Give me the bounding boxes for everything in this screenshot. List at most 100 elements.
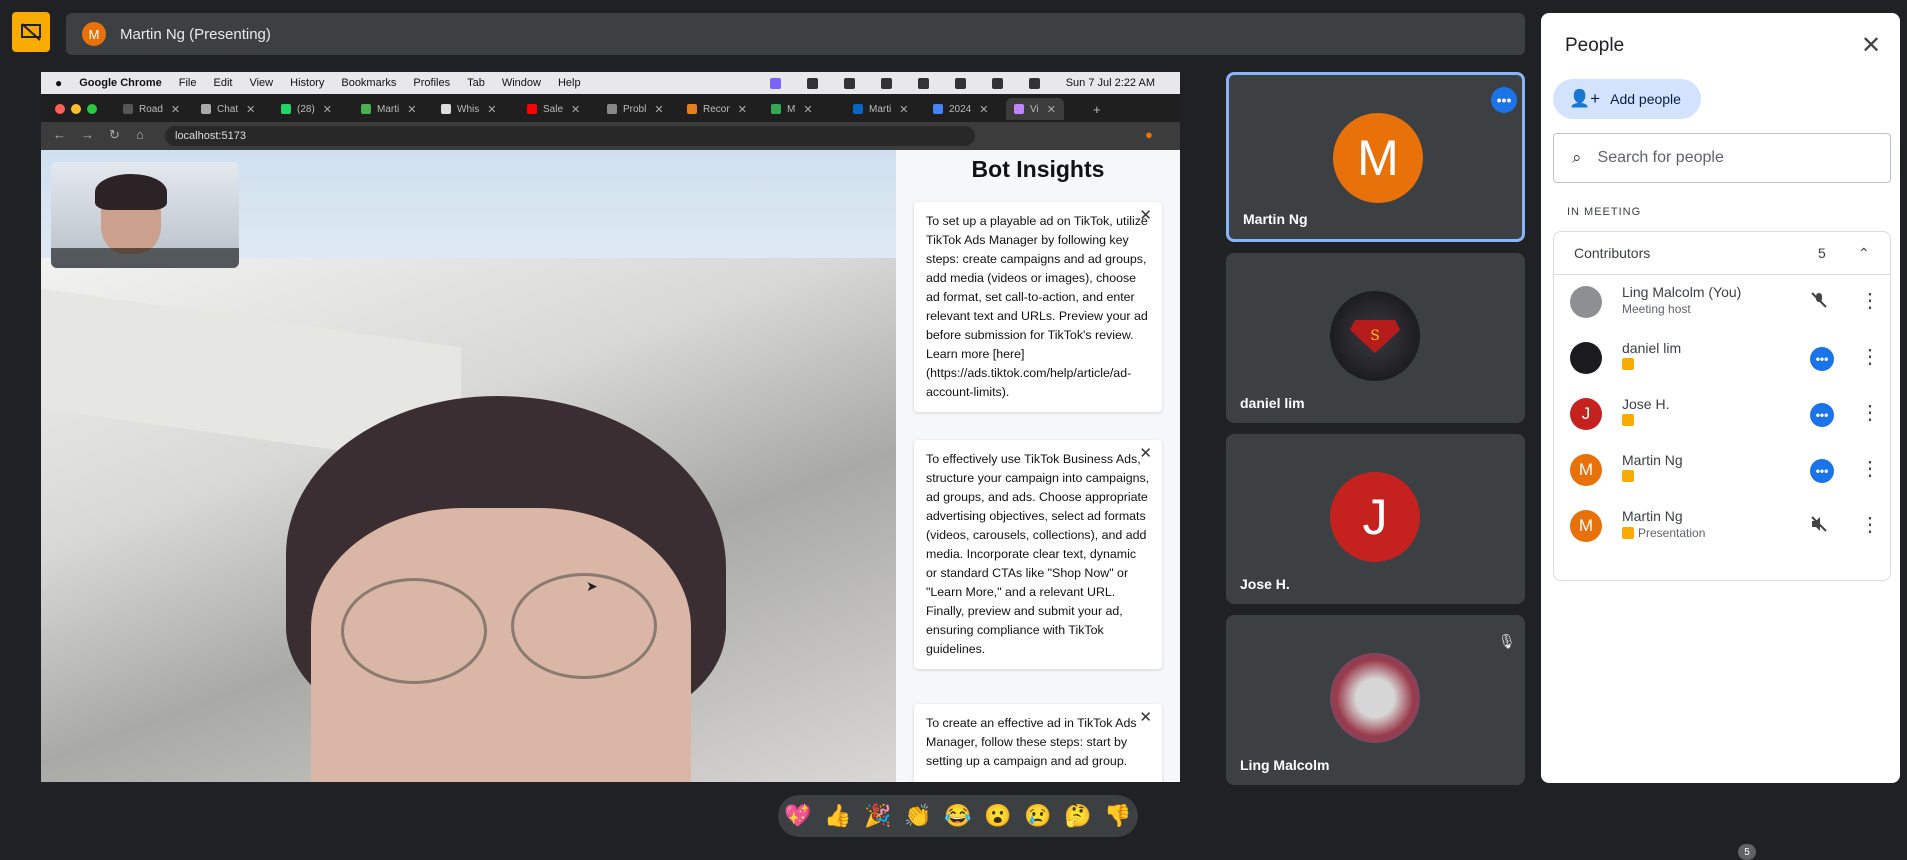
thumbs-up-reaction[interactable]: 👍 xyxy=(824,803,851,829)
sad-reaction[interactable]: 😢 xyxy=(1024,803,1051,829)
search-people-input[interactable]: ⌕ Search for people xyxy=(1553,133,1891,183)
profile-icon: ● xyxy=(1145,127,1153,142)
participant-name: Ling Malcolm xyxy=(1240,757,1330,773)
menu-file: File xyxy=(178,77,197,89)
presenting-title: Martin Ng (Presenting) xyxy=(120,25,271,43)
apple-icon: ● xyxy=(55,76,63,90)
reload-icon: ↻ xyxy=(109,127,120,142)
close-icon: ✕ xyxy=(1139,709,1152,726)
forward-icon: → xyxy=(81,127,94,142)
party-popper-reaction[interactable]: 🎉 xyxy=(864,803,891,829)
search-icon: ⌕ xyxy=(1572,148,1582,167)
participant-name: Martin Ng xyxy=(1622,508,1683,524)
more-vert-icon[interactable]: ⋮ xyxy=(1860,344,1880,369)
participant-avatar xyxy=(1570,286,1602,318)
insights-title: Bot Insights xyxy=(971,156,1105,182)
sparkling-heart-reaction[interactable]: 💖 xyxy=(784,803,811,829)
laugh-reaction[interactable]: 😂 xyxy=(944,803,971,829)
menu-tab: Tab xyxy=(467,77,485,89)
mic-off-icon: 🎙 xyxy=(1498,633,1516,649)
more-vert-icon[interactable]: ⋮ xyxy=(1860,456,1880,481)
more-vert-icon[interactable]: ⋮ xyxy=(1860,512,1880,537)
participant-row: Ling Malcolm (You) Meeting host ⋮ xyxy=(1554,274,1890,330)
participant-tile[interactable]: M ••• Martin Ng xyxy=(1226,72,1525,242)
contributors-label: Contributors xyxy=(1574,245,1651,261)
more-options-icon[interactable]: ••• xyxy=(1491,87,1517,113)
participant-sub xyxy=(1622,470,1638,482)
close-icon: ✕ xyxy=(1139,207,1152,224)
camera-video: ➤ xyxy=(41,258,911,782)
menu-edit: Edit xyxy=(213,77,233,89)
insight-card: ✕ To effectively use TikTok Business Ads… xyxy=(914,440,1162,669)
contributors-header[interactable]: Contributors 5 ⌃ xyxy=(1554,232,1890,275)
more-vert-icon[interactable]: ⋮ xyxy=(1860,288,1880,313)
stop-presenting-icon[interactable] xyxy=(12,12,50,52)
thinking-reaction[interactable]: 🤔 xyxy=(1064,803,1091,829)
participant-name: Martin Ng xyxy=(1622,452,1683,468)
more-options-icon[interactable]: ••• xyxy=(1810,403,1834,427)
close-icon[interactable]: ✕ xyxy=(1861,31,1881,60)
participant-row: M Martin Ng ••• ⋮ xyxy=(1554,442,1890,498)
browser-tab: Chat ✕ xyxy=(201,98,255,120)
surprised-reaction[interactable]: 😮 xyxy=(984,803,1011,829)
participant-sub: Meeting host xyxy=(1622,302,1691,316)
search-icon xyxy=(1028,77,1040,89)
shared-screen: ● Google Chrome File Edit View History B… xyxy=(41,72,1180,782)
glasses-image xyxy=(511,573,657,679)
presenting-icon xyxy=(1622,527,1634,539)
wifi-icon xyxy=(991,77,1003,89)
home-icon: ⌂ xyxy=(136,127,144,142)
browser-address-bar: ← → ↻ ⌂ localhost:5173 ● xyxy=(41,122,1180,150)
people-title: People xyxy=(1565,35,1625,56)
back-icon: ← xyxy=(53,127,66,142)
participant-name: Martin Ng xyxy=(1243,211,1308,227)
menu-bookmarks: Bookmarks xyxy=(341,77,397,89)
minimize-window-icon xyxy=(71,104,81,114)
presenting-icon xyxy=(1622,358,1634,370)
mic-off-icon[interactable] xyxy=(1810,291,1828,314)
participant-name: Ling Malcolm (You) xyxy=(1622,284,1742,300)
in-meeting-label: IN MEETING xyxy=(1567,206,1642,218)
meet-status-icon xyxy=(769,77,781,89)
menu-window: Window xyxy=(501,77,541,89)
participant-avatar: J xyxy=(1330,472,1420,562)
mac-status-area: Sun 7 Jul 2:22 AM xyxy=(769,72,1172,94)
mouse-cursor-icon: ➤ xyxy=(586,578,598,594)
mac-menu-bar: ● Google Chrome File Edit View History B… xyxy=(41,72,1180,94)
participant-name: Jose H. xyxy=(1240,576,1290,592)
participant-tile[interactable]: S daniel lim xyxy=(1226,253,1525,423)
participant-row: J Jose H. ••• ⋮ xyxy=(1554,386,1890,442)
participant-row: daniel lim ••• ⋮ xyxy=(1554,330,1890,386)
browser-tab: Road ✕ xyxy=(123,98,180,120)
more-options-icon[interactable]: ••• xyxy=(1810,347,1834,371)
insight-text: To create an effective ad in TikTok Ads … xyxy=(926,716,1137,768)
pip-hair-image xyxy=(95,174,167,210)
web-page: ➤ Bot Insights ✕ To set up a playable ad… xyxy=(41,150,1180,782)
browser-tab: Marti ✕ xyxy=(361,98,416,120)
insight-text: To effectively use TikTok Business Ads, … xyxy=(926,452,1150,656)
more-vert-icon[interactable]: ⋮ xyxy=(1860,400,1880,425)
participant-avatar xyxy=(1570,342,1602,374)
participant-tile[interactable]: 🎙 Ling Malcolm xyxy=(1226,615,1525,785)
participant-sub: Presentation xyxy=(1622,526,1705,540)
clap-reaction[interactable]: 👏 xyxy=(904,803,931,829)
presenting-bar: M Martin Ng (Presenting) xyxy=(66,13,1525,55)
chevron-up-icon[interactable]: ⌃ xyxy=(1858,245,1870,262)
browser-tab: (28) ✕ xyxy=(281,98,332,120)
add-person-icon: 👤+ xyxy=(1569,89,1601,108)
ling-malcolm-avatar xyxy=(1330,653,1420,743)
search-placeholder: Search for people xyxy=(1597,149,1724,166)
browser-tab-active: Vi ✕ xyxy=(1006,98,1064,120)
browser-tab: Whis ✕ xyxy=(441,98,496,120)
participant-name: daniel lim xyxy=(1240,395,1305,411)
participant-row: M Martin Ng Presentation ⋮ xyxy=(1554,498,1890,554)
more-options-icon[interactable]: ••• xyxy=(1810,459,1834,483)
status-icon xyxy=(806,77,818,89)
add-people-button[interactable]: 👤+ Add people xyxy=(1553,79,1701,119)
participant-name: Jose H. xyxy=(1622,396,1670,412)
menu-profiles: Profiles xyxy=(413,77,451,89)
participant-tile[interactable]: J Jose H. xyxy=(1226,434,1525,604)
people-panel: People ✕ 👤+ Add people ⌕ Search for peop… xyxy=(1541,13,1900,783)
thumbs-down-reaction[interactable]: 👎 xyxy=(1104,803,1131,829)
sound-off-icon[interactable] xyxy=(1810,515,1828,538)
